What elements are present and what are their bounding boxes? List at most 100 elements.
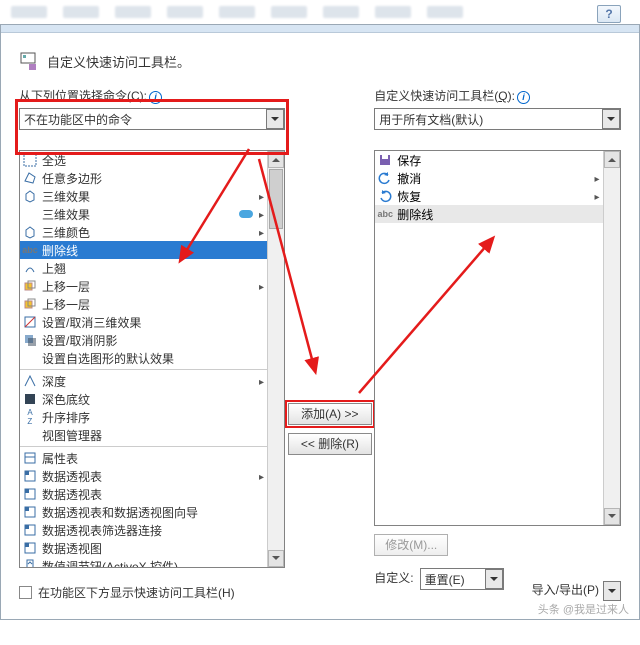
import-export-combo[interactable] [603, 581, 621, 601]
list-item-label: 视图管理器 [42, 427, 265, 444]
scroll-down[interactable] [268, 550, 284, 567]
list-item[interactable]: 数值调节钮(ActiveX 控件) [20, 557, 267, 567]
list-item-label: 深度 [42, 373, 253, 390]
scrollbar[interactable] [603, 151, 620, 525]
help-button[interactable]: ? [597, 5, 621, 23]
list-item[interactable]: 数据透视图 [20, 539, 267, 557]
darkfill-icon [22, 391, 38, 407]
reset-value: 重置(E) [425, 571, 465, 588]
list-item-label: 数据透视表 [42, 468, 253, 485]
list-item[interactable]: 恢复 [375, 187, 603, 205]
combo-dropdown-button[interactable] [485, 569, 503, 589]
list-item[interactable]: abc删除线 [20, 241, 267, 259]
add-button[interactable]: 添加(A) >> [288, 403, 372, 425]
list-item[interactable]: 设置/取消三维效果 [20, 313, 267, 331]
shadow-icon [22, 332, 38, 348]
list-item-label: 三维效果 [42, 188, 253, 205]
reset-combo[interactable]: 重置(E) [420, 568, 504, 590]
list-item-label: 属性表 [42, 450, 265, 467]
window-titlebar [1, 25, 639, 33]
info-icon[interactable]: i [517, 91, 530, 104]
scroll-thumb[interactable] [269, 169, 283, 229]
pill-icon [239, 210, 253, 218]
list-item[interactable]: 上翘 [20, 259, 267, 277]
show-below-ribbon-label: 在功能区下方显示快速访问工具栏(H) [38, 584, 235, 601]
none-icon [22, 206, 38, 222]
abc-icon: abc [22, 242, 38, 258]
polygon-icon [22, 170, 38, 186]
combo-dropdown-button[interactable] [266, 109, 284, 129]
list-item-label: 数据透视图 [42, 540, 265, 557]
list-item[interactable]: 全选 [20, 151, 267, 169]
list-item[interactable]: 保存 [375, 151, 603, 169]
qat-target-combo[interactable]: 用于所有文档(默认) [374, 108, 621, 130]
list-item-label: 任意多边形 [42, 170, 265, 187]
cancel3d-icon [22, 314, 38, 330]
list-item-label: 设置/取消阴影 [42, 332, 265, 349]
list-item[interactable]: 设置/取消阴影 [20, 331, 267, 349]
list-item[interactable]: 视图管理器 [20, 426, 267, 444]
list-item[interactable]: 三维颜色 [20, 223, 267, 241]
list-item[interactable]: abc删除线 [375, 205, 603, 223]
list-item[interactable]: 任意多边形 [20, 169, 267, 187]
list-item-label: 保存 [397, 152, 601, 169]
list-item[interactable]: 数据透视表 [20, 467, 267, 485]
list-item-label: 设置/取消三维效果 [42, 314, 265, 331]
list-item-label: 三维颜色 [42, 224, 253, 241]
list-item[interactable]: 设置自选图形的默认效果 [20, 349, 267, 367]
list-item[interactable]: 深度 [20, 372, 267, 390]
separator [20, 369, 267, 370]
submenu-indicator-icon [257, 279, 265, 293]
show-below-ribbon-checkbox[interactable] [19, 586, 32, 599]
list-item[interactable]: AZ升序排序 [20, 408, 267, 426]
list-item[interactable]: 三维效果 [20, 187, 267, 205]
customize-qat-icon [19, 51, 39, 71]
custom-label: 自定义: [374, 569, 413, 586]
list-item[interactable]: 数据透视表 [20, 485, 267, 503]
choose-commands-label: 从下列位置选择命令(C):i [19, 87, 285, 104]
page-title: 自定义快速访问工具栏。 [47, 52, 190, 71]
list-item[interactable]: 上移一层 [20, 277, 267, 295]
list-item[interactable]: 三维效果 [20, 205, 267, 223]
combo-dropdown-button[interactable] [602, 109, 620, 129]
depth-icon [22, 373, 38, 389]
commands-source-combo[interactable]: 不在功能区中的命令 [19, 108, 285, 130]
pivot-icon [22, 468, 38, 484]
list-item-label: 数值调节钮(ActiveX 控件) [42, 558, 265, 568]
list-item[interactable]: 深色底纹 [20, 390, 267, 408]
bringfwd-icon [22, 278, 38, 294]
scroll-up[interactable] [604, 151, 620, 168]
none-icon [22, 350, 38, 366]
save-icon [377, 152, 393, 168]
list-item[interactable]: 上移一层 [20, 295, 267, 313]
list-item[interactable]: 撤消 [375, 169, 603, 187]
available-commands-list[interactable]: 全选任意多边形三维效果三维效果三维颜色abc删除线上翘上移一层上移一层设置/取消… [19, 150, 285, 568]
pivot-icon [22, 486, 38, 502]
scrollbar[interactable] [267, 151, 284, 567]
submenu-indicator-icon [593, 171, 601, 185]
current-qat-list[interactable]: 保存撤消恢复abc删除线 [374, 150, 621, 526]
combo-dropdown-button[interactable] [603, 581, 621, 601]
separator [20, 446, 267, 447]
list-item-label: 数据透视表和数据透视图向导 [42, 504, 265, 521]
submenu-indicator-icon [257, 374, 265, 388]
info-icon[interactable]: i [149, 91, 162, 104]
list-item[interactable]: 属性表 [20, 449, 267, 467]
spinner-icon [22, 558, 38, 567]
list-item-label: 深色底纹 [42, 391, 265, 408]
select-all-icon [22, 152, 38, 168]
scroll-up[interactable] [268, 151, 284, 168]
submenu-indicator-icon [257, 207, 265, 221]
list-item-label: 上移一层 [42, 278, 253, 295]
list-item-label: 删除线 [397, 206, 601, 223]
3dcolor-icon [22, 224, 38, 240]
list-item[interactable]: 数据透视表和数据透视图向导 [20, 503, 267, 521]
remove-button[interactable]: << 删除(R) [288, 433, 372, 455]
list-item-label: 升序排序 [42, 409, 265, 426]
list-item-label: 全选 [42, 152, 265, 169]
list-item[interactable]: 数据透视表筛选器连接 [20, 521, 267, 539]
scroll-down[interactable] [604, 508, 620, 525]
import-export-label: 导入/导出(P) [532, 581, 599, 598]
list-item-label: 数据透视表筛选器连接 [42, 522, 265, 539]
redo-icon [377, 188, 393, 204]
